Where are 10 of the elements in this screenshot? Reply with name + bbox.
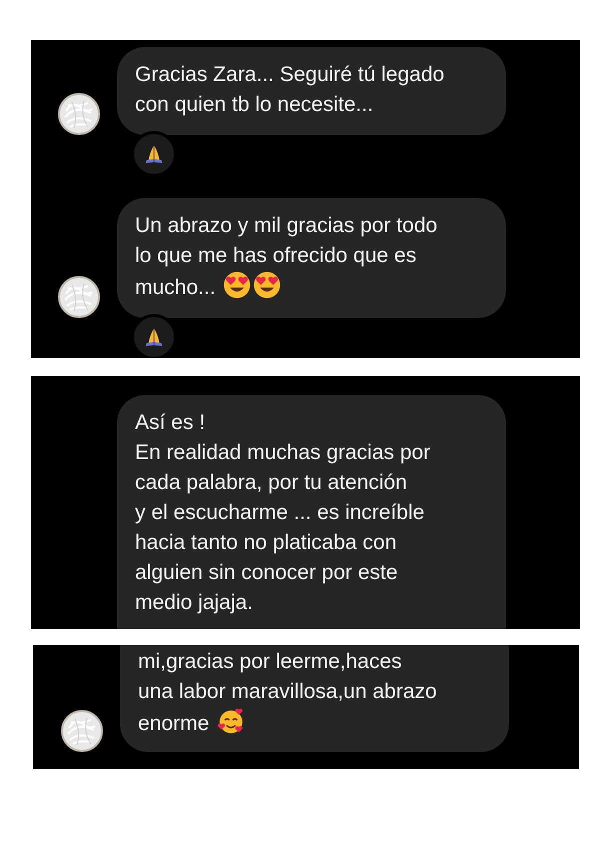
heart-eyes-emoji-icon: [223, 271, 252, 299]
message-bubble: mi,gracias por leerme,haces una labor maravillosa,un abrazo enorme: [120, 645, 509, 752]
avatar-icon[interactable]: [61, 710, 103, 752]
smiling-face-with-hearts-icon: [217, 707, 246, 735]
avatar-icon[interactable]: [58, 93, 100, 135]
message-bubble: Gracias Zara... Seguiré tú legado con quien tb lo necesite...: [117, 47, 506, 135]
avatar-icon[interactable]: [58, 276, 100, 318]
message-bubble: Un abrazo y mil gracias por todo lo que me has ofrecido que es mucho...: [117, 198, 506, 318]
heart-eyes-emoji-icon: [253, 271, 282, 299]
message-bubble: Así es ! En realidad muchas gracias por cada palabra, por tu atención y el escucharme ... es increíble hacia tanto no platicaba con alguien sin conocer por este medio jajaja.: [117, 395, 506, 629]
